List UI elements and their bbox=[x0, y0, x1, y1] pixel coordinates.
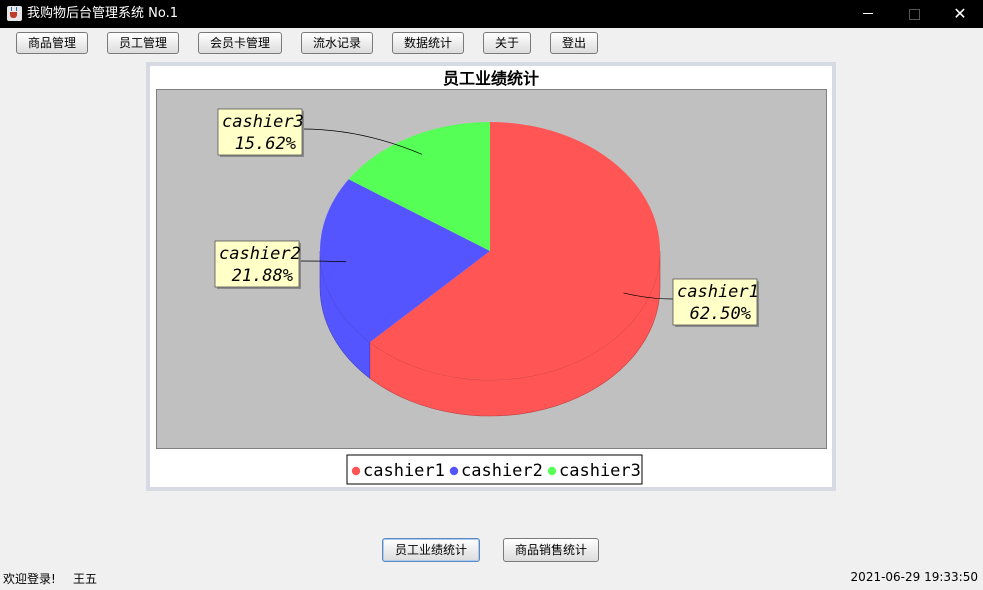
status-datetime: 2021-06-29 19:33:50 bbox=[850, 570, 978, 584]
chart-panel: 员工业绩统计 cashier1 62.50% cashier2 21.88% cashie… bbox=[146, 62, 836, 491]
label-percent-cashier2: 21.88% bbox=[232, 266, 293, 286]
close-button[interactable]: ✕ bbox=[937, 0, 983, 28]
legend-label-cashier2: cashier2 bbox=[461, 461, 543, 481]
minimize-icon bbox=[863, 13, 873, 14]
current-user: 王五 bbox=[73, 572, 98, 586]
label-name-cashier1: cashier1 bbox=[677, 282, 759, 302]
product-sales-stats-button[interactable]: 商品销售统计 bbox=[503, 538, 599, 562]
minimize-button[interactable] bbox=[845, 0, 891, 28]
staff-performance-stats-button[interactable]: 员工业绩统计 bbox=[382, 538, 480, 562]
legend-marker-cashier2 bbox=[449, 466, 459, 476]
menu-logout-button[interactable]: 登出 bbox=[550, 32, 598, 54]
maximize-icon bbox=[909, 9, 920, 20]
menu-transaction-records-button[interactable]: 流水记录 bbox=[301, 32, 373, 54]
menu-about-button[interactable]: 关于 bbox=[483, 32, 531, 54]
label-name-cashier3: cashier3 bbox=[222, 112, 304, 132]
legend-label-cashier1: cashier1 bbox=[363, 461, 445, 481]
menu-staff-management-button[interactable]: 员工管理 bbox=[107, 32, 179, 54]
legend-label-cashier3: cashier3 bbox=[559, 461, 641, 481]
menu-product-management-button[interactable]: 商品管理 bbox=[16, 32, 88, 54]
label-percent-cashier1: 62.50% bbox=[690, 304, 751, 324]
window-title: 我购物后台管理系统 No.1 bbox=[27, 6, 178, 21]
menu-data-statistics-button[interactable]: 数据统计 bbox=[392, 32, 464, 54]
menu-member-card-button[interactable]: 会员卡管理 bbox=[198, 32, 282, 54]
legend-marker-cashier1 bbox=[351, 466, 361, 476]
maximize-button[interactable] bbox=[891, 0, 937, 28]
pie-chart: 员工业绩统计cashier162.50%cashier221.88%cashie… bbox=[156, 69, 827, 485]
close-icon: ✕ bbox=[953, 4, 967, 23]
legend-marker-cashier3 bbox=[547, 466, 557, 476]
chart-title: 员工业绩统计 bbox=[443, 69, 539, 88]
label-percent-cashier3: 15.62% bbox=[235, 134, 296, 154]
welcome-text: 欢迎登录! bbox=[3, 572, 56, 586]
java-cup-icon bbox=[7, 6, 22, 21]
title-bar: 我购物后台管理系统 No.1 ✕ bbox=[0, 0, 983, 28]
label-name-cashier2: cashier2 bbox=[219, 244, 301, 264]
